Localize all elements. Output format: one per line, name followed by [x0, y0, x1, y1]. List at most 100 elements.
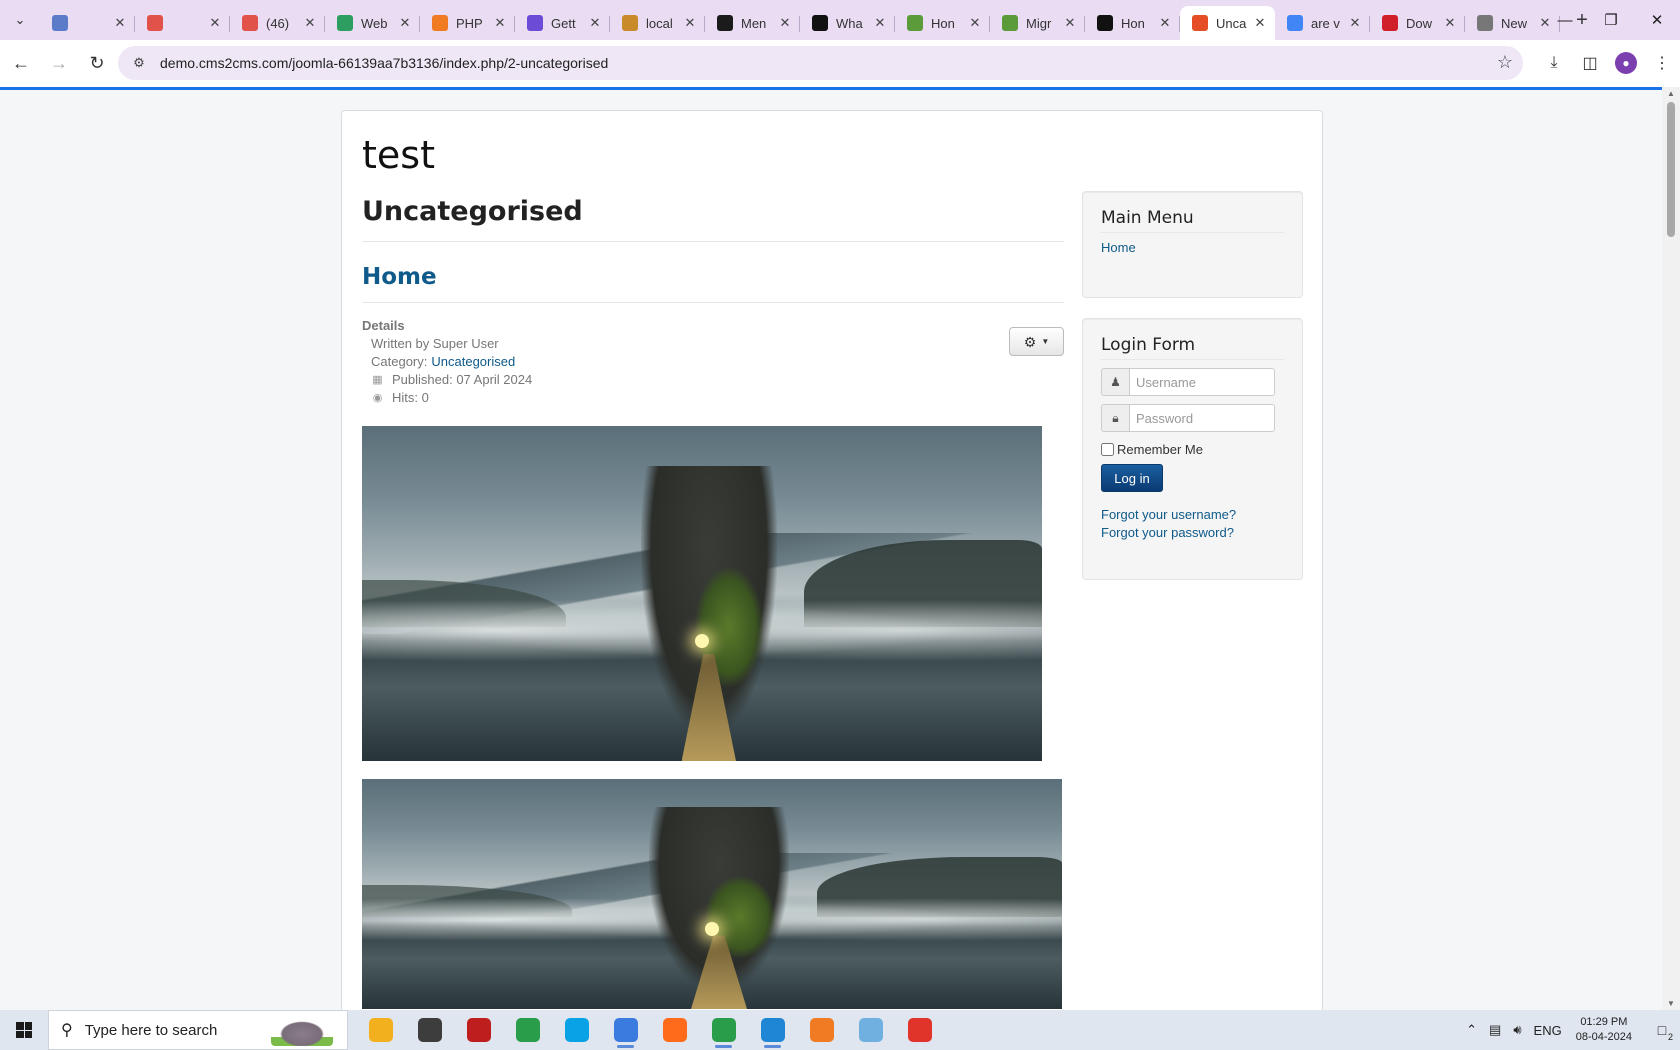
- password-input[interactable]: [1129, 404, 1275, 432]
- scroll-up-icon[interactable]: ▲: [1662, 89, 1680, 98]
- browser-tab[interactable]: local ✕: [610, 6, 705, 40]
- volume-icon[interactable]: 🔊︎: [1513, 1022, 1521, 1038]
- taskbar-app[interactable]: [699, 1010, 748, 1050]
- tab-label: are v: [1311, 15, 1340, 31]
- clock-time: 01:29 PM: [1580, 1016, 1628, 1028]
- file-explorer-icon: [368, 1018, 393, 1042]
- forward-button[interactable]: →: [42, 47, 76, 81]
- close-tab-icon[interactable]: ✕: [1348, 15, 1362, 31]
- browser-tab[interactable]: Web ✕: [325, 6, 420, 40]
- site-brand[interactable]: test: [362, 133, 435, 177]
- back-button[interactable]: ←: [4, 47, 38, 81]
- stripe-icon: [527, 15, 543, 31]
- close-tab-icon[interactable]: ✕: [683, 15, 697, 31]
- close-tab-icon[interactable]: ✕: [1253, 15, 1267, 31]
- download-icon[interactable]: ⤓: [1536, 46, 1572, 80]
- caret-down-icon: ▼: [1041, 336, 1050, 346]
- browser-tab[interactable]: ✕: [40, 6, 135, 40]
- start-button[interactable]: [0, 1010, 48, 1050]
- close-window-icon[interactable]: ✕: [1634, 0, 1680, 40]
- browser-tab[interactable]: Migr ✕: [990, 6, 1085, 40]
- webflow-icon: [337, 15, 353, 31]
- remember-me[interactable]: Remember Me: [1101, 442, 1284, 457]
- tab-list: ✕ ✕ (46) ✕ Web ✕ PHP ✕ Gett ✕ local ✕ Men ✕ Wha ✕ Hon ✕ Mi…: [40, 0, 1560, 40]
- close-tab-icon[interactable]: ✕: [778, 15, 792, 31]
- browser-tab[interactable]: Men ✕: [705, 6, 800, 40]
- taskbar-app[interactable]: [846, 1010, 895, 1050]
- firefox-icon: [662, 1018, 687, 1042]
- side-panel-icon[interactable]: ◫: [1572, 46, 1608, 80]
- close-tab-icon[interactable]: ✕: [493, 15, 507, 31]
- browser-tab[interactable]: Unca ✕: [1180, 6, 1275, 40]
- joomla-icon: [1192, 15, 1208, 31]
- network-icon[interactable]: ▤: [1489, 1022, 1501, 1038]
- remember-checkbox[interactable]: [1101, 443, 1114, 456]
- close-tab-icon[interactable]: ✕: [1063, 15, 1077, 31]
- login-button[interactable]: Log in: [1101, 464, 1163, 492]
- password-row: 🔒︎: [1101, 404, 1284, 432]
- taskbar-app[interactable]: [601, 1010, 650, 1050]
- taskbar-app[interactable]: [650, 1010, 699, 1050]
- browser-tab[interactable]: Gett ✕: [515, 6, 610, 40]
- url-text[interactable]: demo.cms2cms.com/joomla-66139aa7b3136/in…: [160, 55, 608, 71]
- taskbar-app[interactable]: [405, 1010, 454, 1050]
- close-tab-icon[interactable]: ✕: [1158, 15, 1172, 31]
- scroll-down-icon[interactable]: ▼: [1662, 999, 1680, 1008]
- taskbar-app[interactable]: [552, 1010, 601, 1050]
- tab-label: Hon: [931, 15, 955, 31]
- username-input[interactable]: [1129, 368, 1275, 396]
- tab-search-button[interactable]: ⌄: [0, 0, 40, 40]
- minimize-icon[interactable]: —: [1542, 0, 1588, 40]
- notifications-button[interactable]: □ 2: [1644, 1010, 1680, 1050]
- browser-tab[interactable]: Dow ✕: [1370, 6, 1465, 40]
- menu-item-home[interactable]: Home: [1101, 239, 1284, 257]
- browser-tab[interactable]: (46) ✕: [230, 6, 325, 40]
- chart-icon: [622, 15, 638, 31]
- close-tab-icon[interactable]: ✕: [1443, 15, 1457, 31]
- close-tab-icon[interactable]: ✕: [303, 15, 317, 31]
- close-tab-icon[interactable]: ✕: [968, 15, 982, 31]
- browser-tab[interactable]: ✕: [135, 6, 230, 40]
- browser-tab[interactable]: Hon ✕: [1085, 6, 1180, 40]
- taskbar-app[interactable]: [356, 1010, 405, 1050]
- main-menu-module: Main Menu Home: [1082, 191, 1303, 298]
- close-tab-icon[interactable]: ✕: [588, 15, 602, 31]
- taskbar-app[interactable]: [503, 1010, 552, 1050]
- address-bar[interactable]: ⚙ demo.cms2cms.com/joomla-66139aa7b3136/…: [118, 46, 1523, 80]
- restore-icon[interactable]: ❐: [1588, 0, 1634, 40]
- clock[interactable]: 01:29 PM 08-04-2024: [1576, 1015, 1632, 1045]
- site-info-icon[interactable]: ⚙: [122, 46, 156, 80]
- close-tab-icon[interactable]: ✕: [398, 15, 412, 31]
- reload-button[interactable]: ↻: [80, 47, 114, 81]
- scrollbar-thumb[interactable]: [1667, 102, 1675, 237]
- category-link[interactable]: Uncategorised: [431, 353, 515, 371]
- browser-tab[interactable]: Wha ✕: [800, 6, 895, 40]
- menu-dots-icon[interactable]: ⋮: [1644, 46, 1680, 80]
- taskbar-app[interactable]: [454, 1010, 503, 1050]
- close-tab-icon[interactable]: ✕: [873, 15, 887, 31]
- forgot-password-link[interactable]: Forgot your password?: [1101, 524, 1284, 542]
- taskbar-app[interactable]: [895, 1010, 944, 1050]
- profile-avatar-icon[interactable]: ●: [1615, 52, 1637, 74]
- taskbar-app[interactable]: [748, 1010, 797, 1050]
- browser-tab[interactable]: PHP ✕: [420, 6, 515, 40]
- bookmark-star-icon[interactable]: ☆: [1497, 52, 1513, 73]
- wix-icon: [1097, 15, 1113, 31]
- close-tab-icon[interactable]: ✕: [113, 15, 127, 31]
- chat-icon: [613, 1018, 638, 1042]
- tab-strip: ⌄ ✕ ✕ (46) ✕ Web ✕ PHP ✕ Gett ✕ local ✕ Men ✕ Wha ✕ Hon ✕…: [0, 0, 1680, 40]
- chevron-up-icon[interactable]: ⌃: [1466, 1022, 1477, 1038]
- article-tools-button[interactable]: ⚙ ▼: [1009, 327, 1064, 356]
- taskbar-search[interactable]: ⚲ Type here to search: [48, 1010, 348, 1050]
- wix-icon: [812, 15, 828, 31]
- article-title[interactable]: Home: [362, 242, 1064, 303]
- browser-tab[interactable]: Hon ✕: [895, 6, 990, 40]
- language-indicator[interactable]: ENG: [1534, 1023, 1562, 1038]
- taskbar-app[interactable]: [797, 1010, 846, 1050]
- close-tab-icon[interactable]: ✕: [208, 15, 222, 31]
- browser-tab[interactable]: are v ✕: [1275, 6, 1370, 40]
- clock-date: 08-04-2024: [1575, 1031, 1632, 1043]
- lock-icon: 🔒︎: [1101, 404, 1129, 432]
- page-scrollbar[interactable]: ▲ ▼: [1662, 87, 1680, 1010]
- forgot-username-link[interactable]: Forgot your username?: [1101, 506, 1284, 524]
